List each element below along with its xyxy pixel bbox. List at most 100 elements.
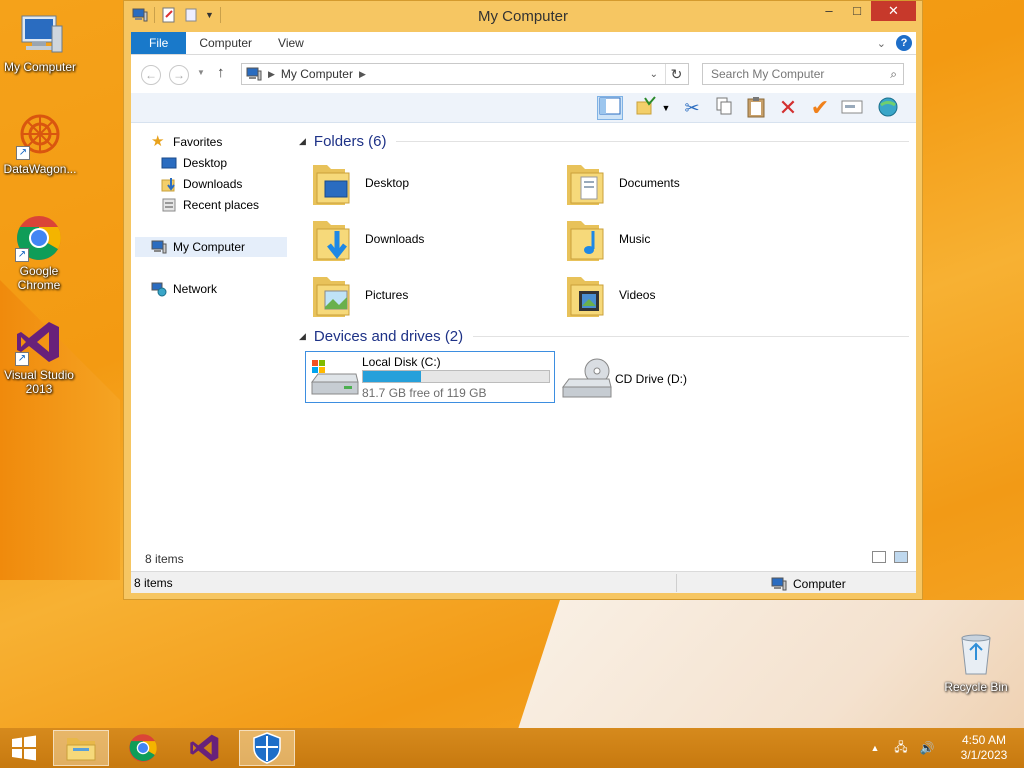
start-button[interactable] [0,730,48,766]
videos-folder-icon [563,271,611,319]
copy-icon[interactable] [711,96,737,120]
pictures-folder-icon [309,271,357,319]
shortcut-arrow-icon: ↗ [15,352,29,366]
up-button[interactable]: ↑ [217,64,225,81]
collapse-icon[interactable]: ◢ [299,331,306,342]
help-icon[interactable]: ? [896,35,912,51]
volume-icon[interactable]: 🔊 [918,741,936,755]
check-icon[interactable]: ✔ [807,96,833,120]
paste-icon[interactable] [743,96,769,120]
drive-free-space: 81.7 GB free of 119 GB [362,386,487,400]
taskbar-file-explorer[interactable] [53,730,109,766]
desktop-icon-datawagon[interactable]: ↗ DataWagon... [0,112,80,176]
star-icon: ★ [151,133,165,150]
desktop-small-icon [161,157,177,169]
group-divider [473,335,909,337]
maximize-button[interactable]: □ [843,1,871,21]
taskbar-defender[interactable] [239,730,295,766]
drive-local-disk-c[interactable]: Local Disk (C:) 81.7 GB free of 119 GB [305,351,555,403]
system-tray: ▲ 🖧 🔊 4:50 AM 3/1/2023 [866,728,1024,768]
nav-item-recent-places[interactable]: Recent places [161,195,259,215]
downloads-folder-icon [309,215,357,263]
ribbon-right: ⌄ ? [877,32,916,54]
folder-pictures[interactable]: Pictures [309,269,549,321]
drive-name: Local Disk (C:) [362,355,441,369]
tab-view[interactable]: View [265,32,317,54]
collapse-icon[interactable]: ◢ [299,136,306,147]
minimize-button[interactable]: – [815,1,843,21]
folder-label: Documents [619,176,680,190]
details-view-icon[interactable] [872,551,886,563]
group-header-folders[interactable]: ◢ Folders (6) [299,131,909,151]
cut-icon[interactable]: ✂ [679,96,705,120]
nav-item-downloads[interactable]: Downloads [161,174,242,194]
folder-label: Downloads [365,232,425,246]
close-button[interactable]: ✕ [871,1,916,21]
delete-icon[interactable]: ✕ [775,96,801,120]
desktop-folder-icon [309,159,357,207]
nav-item-favorites[interactable]: ★ Favorites [151,132,222,152]
back-button[interactable]: ← [141,65,161,85]
window-controls: – □ ✕ [815,1,916,21]
nav-item-network[interactable]: Network [151,279,217,299]
chrome-icon [129,734,157,762]
title-bar[interactable]: ▼ My Computer – □ ✕ [124,1,922,31]
windows-logo-icon [12,735,36,761]
navigation-pane: ★ Favorites Desktop Downloads Recent pla… [131,123,291,543]
folder-music[interactable]: Music [563,213,803,265]
desktop-icon-visual-studio[interactable]: ↗ Visual Studio 2013 [0,318,78,396]
rename-icon[interactable] [839,96,865,120]
large-icons-view-icon[interactable] [894,551,908,563]
forward-button[interactable]: → [169,65,189,85]
desktop-icon-chrome[interactable]: ↗ Google Chrome [0,214,78,292]
content-area: ★ Favorites Desktop Downloads Recent pla… [131,123,916,571]
documents-folder-icon [563,159,611,207]
computer-icon [16,10,64,58]
address-box[interactable]: ▶ My Computer ▶ ⌄ [241,63,689,85]
search-input[interactable]: Search My Computer ⌕ [702,63,904,85]
nav-item-my-computer[interactable]: My Computer [135,237,287,257]
select-folder-icon[interactable] [633,96,659,120]
downloads-small-icon [161,178,175,192]
address-dropdown-icon[interactable]: ⌄ [650,69,658,80]
preview-pane-icon[interactable] [597,96,623,120]
folder-documents[interactable]: Documents [563,157,803,209]
network-status-icon[interactable]: 🖧 [892,738,910,759]
view-buttons [872,551,908,563]
folder-desktop[interactable]: Desktop [309,157,549,209]
breadcrumb-chevron-icon[interactable]: ▶ [359,69,366,80]
taskbar-visual-studio[interactable] [177,730,233,766]
window-title: My Computer [477,8,569,25]
ribbon-expand-icon[interactable]: ⌄ [877,37,886,50]
recent-locations-icon[interactable]: ▼ [197,68,205,77]
folder-videos[interactable]: Videos [563,269,803,321]
status-location: Computer [771,576,846,592]
network-globe-icon[interactable] [875,96,901,120]
group-header-drives[interactable]: ◢ Devices and drives (2) [299,326,909,346]
clock-time: 4:50 AM [961,733,1007,747]
folder-downloads[interactable]: Downloads [309,213,549,265]
hard-drive-icon [308,356,360,400]
desktop-icon-label: Visual Studio 2013 [4,368,74,396]
taskbar-chrome[interactable] [115,730,171,766]
refresh-button[interactable]: ↻ [665,64,687,84]
ribbon-tabs: File Computer View ⌄ ? [131,32,916,55]
address-bar: ← → ▼ ↑ ▶ My Computer ▶ ⌄ ↻ Search My Co… [131,55,916,93]
computer-small-icon [771,577,787,591]
group-divider [396,140,909,142]
clock[interactable]: 4:50 AM 3/1/2023 [944,733,1024,763]
drive-cd-d[interactable]: CD Drive (D:) [561,355,761,403]
show-hidden-icons-icon[interactable]: ▲ [866,743,884,753]
computer-small-icon [151,240,167,254]
group-title: Devices and drives (2) [313,327,464,345]
dropdown-icon[interactable]: ▼ [659,96,673,120]
status-item-count: 8 items [134,576,173,590]
desktop-icon-my-computer[interactable]: My Computer [0,10,80,74]
tab-computer[interactable]: Computer [186,32,265,54]
tab-file[interactable]: File [131,32,187,54]
status-bar: 8 items Computer [131,571,916,593]
breadcrumb[interactable]: My Computer [281,67,353,81]
nav-item-desktop[interactable]: Desktop [161,153,227,173]
desktop-icon-recycle-bin[interactable]: Recycle Bin [936,630,1016,694]
breadcrumb-chevron-icon[interactable]: ▶ [268,69,275,80]
